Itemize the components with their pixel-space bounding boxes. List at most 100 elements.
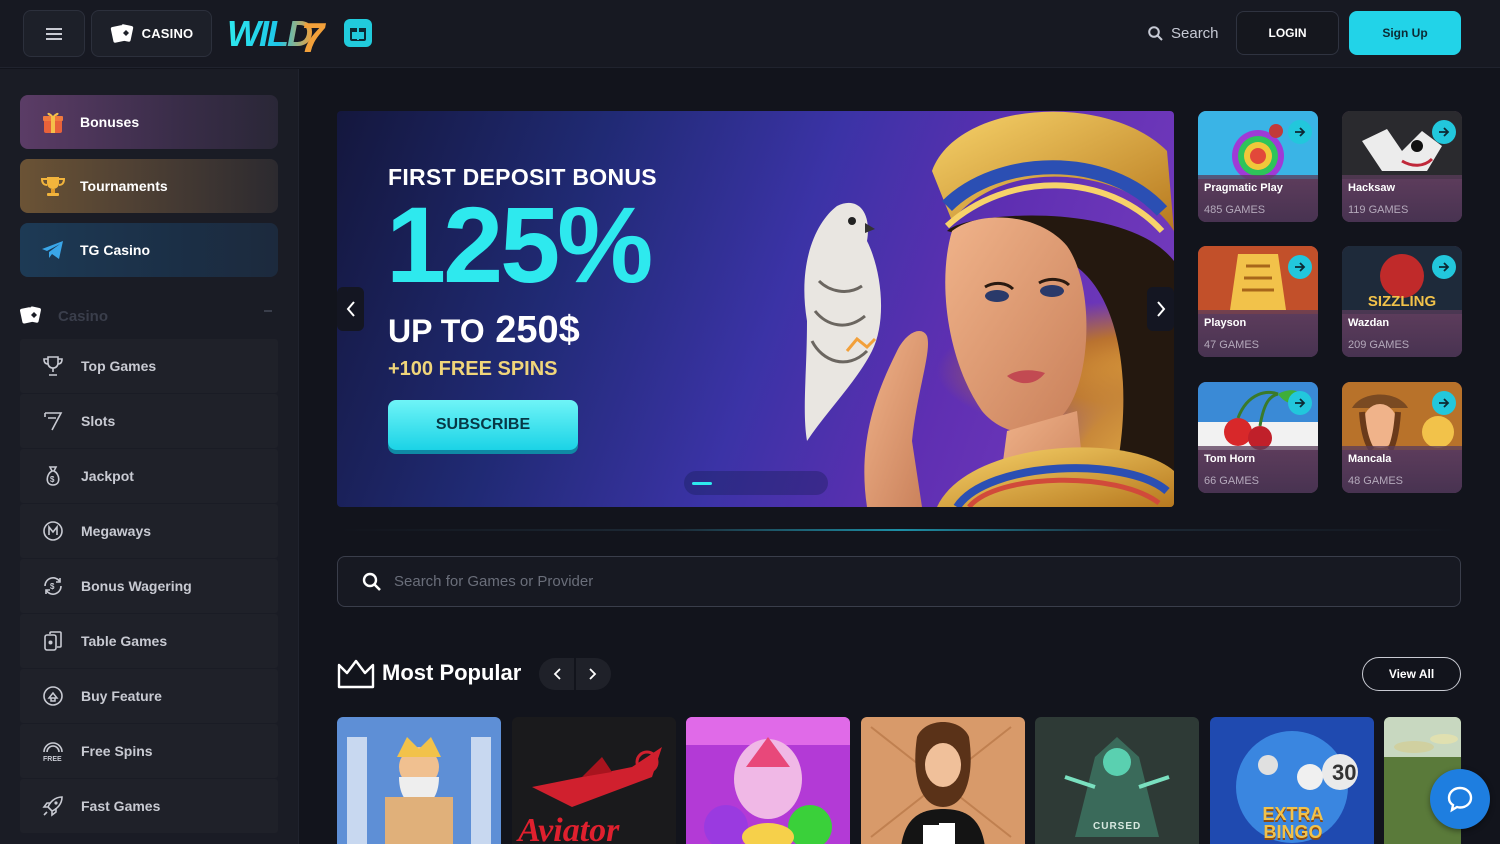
game-title: CURSED xyxy=(1093,821,1142,832)
banner-pagination[interactable] xyxy=(684,471,828,495)
cards-icon xyxy=(20,306,41,324)
sidebar-item-label: Fast Games xyxy=(81,798,161,814)
subscribe-button[interactable]: SUBSCRIBE xyxy=(388,400,578,450)
casino-switch-button[interactable]: CASINO xyxy=(91,10,212,57)
view-all-button[interactable]: View All xyxy=(1362,657,1461,691)
sidebar: Bonuses Tournaments TG Casino Casino Top… xyxy=(0,69,299,844)
casino-label: CASINO xyxy=(141,26,194,41)
game-search-bar[interactable] xyxy=(337,556,1461,607)
game-search-input[interactable] xyxy=(394,573,1294,590)
sidebar-item-label: Top Games xyxy=(81,358,157,374)
arrow-right-icon[interactable] xyxy=(1432,120,1456,144)
provider-card-tom-horn[interactable]: Tom Horn 66 GAMES xyxy=(1198,382,1318,493)
sidebar-item-jackpot[interactable]: $ Jackpot xyxy=(20,449,278,503)
chevron-left-icon xyxy=(553,668,561,680)
most-popular-nav xyxy=(539,658,611,690)
svg-text:$: $ xyxy=(50,582,55,591)
banner-next-button[interactable] xyxy=(1147,287,1174,331)
sidebar-item-label: Bonus Wagering xyxy=(81,578,192,594)
wild7-logo[interactable]: WILD 7 xyxy=(227,12,329,56)
search-icon xyxy=(362,572,381,591)
collapse-icon[interactable] xyxy=(264,310,272,312)
hamburger-icon xyxy=(46,27,62,40)
provider-card-pragmatic-play[interactable]: Pragmatic Play 485 GAMES xyxy=(1198,111,1318,222)
casino-category-list: Top Games Slots $ Jackpot Megaways $ Bon… xyxy=(20,339,278,834)
game-tile-extra-bingo[interactable]: 30 EXTRA BINGO xyxy=(1210,717,1374,844)
provider-card-mancala[interactable]: Mancala 48 GAMES xyxy=(1342,382,1462,493)
banner-prev-button[interactable] xyxy=(337,287,364,331)
sidebar-item-free-spins[interactable]: FREE Free Spins xyxy=(20,724,278,778)
wagering-icon: $ xyxy=(40,573,66,599)
svg-text:$: $ xyxy=(50,475,55,484)
trophy-icon xyxy=(40,173,66,199)
free-spins-icon: FREE xyxy=(40,738,66,764)
provider-count: 47 GAMES xyxy=(1204,339,1260,351)
sidebar-promo-bonuses[interactable]: Bonuses xyxy=(20,95,278,149)
provider-card-hacksaw[interactable]: Hacksaw 119 GAMES xyxy=(1342,111,1462,222)
arrow-right-icon[interactable] xyxy=(1432,391,1456,415)
game-tile-cursed[interactable]: CURSED xyxy=(1035,717,1199,844)
provider-name: Wazdan xyxy=(1348,317,1390,329)
signup-button[interactable]: Sign Up xyxy=(1349,11,1461,55)
divider xyxy=(337,529,1461,531)
gift-icon xyxy=(40,109,66,135)
game-tile-aviator[interactable]: Aviator xyxy=(512,717,676,844)
pharaoh-queen-illustration xyxy=(804,111,1174,507)
game-tile-sugar-rush[interactable] xyxy=(686,717,850,844)
sidebar-item-table-games[interactable]: Table Games xyxy=(20,614,278,668)
sidebar-item-label: Buy Feature xyxy=(81,688,162,704)
banner-up-to-label: UP TO xyxy=(388,313,485,349)
provider-count: 66 GAMES xyxy=(1204,475,1260,487)
sidebar-item-megaways[interactable]: Megaways xyxy=(20,504,278,558)
sidebar-promo-tournaments[interactable]: Tournaments xyxy=(20,159,278,213)
sidebar-item-label: Megaways xyxy=(81,523,152,539)
provider-count: 485 GAMES xyxy=(1204,204,1266,216)
support-chat-button[interactable] xyxy=(1430,769,1490,829)
menu-button[interactable] xyxy=(23,10,85,57)
provider-name: Hacksaw xyxy=(1348,182,1396,194)
login-button[interactable]: LOGIN xyxy=(1236,11,1339,55)
provider-name: Tom Horn xyxy=(1204,453,1256,465)
game-art xyxy=(686,717,850,844)
megaways-icon xyxy=(40,518,66,544)
top-header: CASINO WILD 7 Search LOGIN Sign Up xyxy=(0,0,1500,68)
gift-icon xyxy=(350,28,366,41)
most-popular-prev-button[interactable] xyxy=(539,658,575,690)
telegram-icon xyxy=(40,237,66,263)
search-label: Search xyxy=(1171,24,1219,42)
sidebar-item-label: Slots xyxy=(81,413,116,429)
promo-banner[interactable]: FIRST DEPOSIT BONUS 125% UP TO 250$ +100… xyxy=(337,111,1174,507)
sidebar-item-bonus-wagering[interactable]: $ Bonus Wagering xyxy=(20,559,278,613)
provider-count: 119 GAMES xyxy=(1348,204,1409,216)
search-icon xyxy=(1148,25,1163,41)
money-bag-icon: $ xyxy=(40,463,66,489)
most-popular-title: Most Popular xyxy=(382,660,522,685)
sidebar-item-buy-feature[interactable]: Buy Feature xyxy=(20,669,278,723)
most-popular-games-row: Aviator CURSED 30 EXTRA BINGO xyxy=(337,717,1461,844)
most-popular-next-button[interactable] xyxy=(575,658,611,690)
svg-text:WILD: WILD xyxy=(227,13,312,54)
arrow-right-icon[interactable] xyxy=(1288,255,1312,279)
game-title: Aviator xyxy=(518,812,620,844)
provider-count: 209 GAMES xyxy=(1348,339,1410,351)
header-search[interactable]: Search xyxy=(1148,22,1219,44)
sidebar-item-fast-games[interactable]: Fast Games xyxy=(20,779,278,833)
gift-button[interactable] xyxy=(344,19,372,47)
arrow-right-icon[interactable] xyxy=(1432,255,1456,279)
rocket-icon xyxy=(40,793,66,819)
banner-dot-active[interactable] xyxy=(692,482,712,485)
crown-icon xyxy=(337,659,375,689)
game-tile-gates-of-olympus[interactable] xyxy=(337,717,501,844)
arrow-right-icon[interactable] xyxy=(1288,391,1312,415)
sidebar-item-label: Jackpot xyxy=(81,468,134,484)
casino-section-header[interactable]: Casino xyxy=(20,304,278,328)
provider-card-wazdan[interactable]: SIZZLING Wazdan 209 GAMES xyxy=(1342,246,1462,357)
svg-text:FREE: FREE xyxy=(43,756,62,762)
provider-card-playson[interactable]: Playson 47 GAMES xyxy=(1198,246,1318,357)
svg-text:7: 7 xyxy=(301,14,326,56)
sidebar-item-slots[interactable]: Slots xyxy=(20,394,278,448)
arrow-right-icon[interactable] xyxy=(1288,120,1312,144)
sidebar-item-top-games[interactable]: Top Games xyxy=(20,339,278,393)
sidebar-promo-tg-casino[interactable]: TG Casino xyxy=(20,223,278,277)
game-tile-live-blackjack[interactable] xyxy=(861,717,1025,844)
